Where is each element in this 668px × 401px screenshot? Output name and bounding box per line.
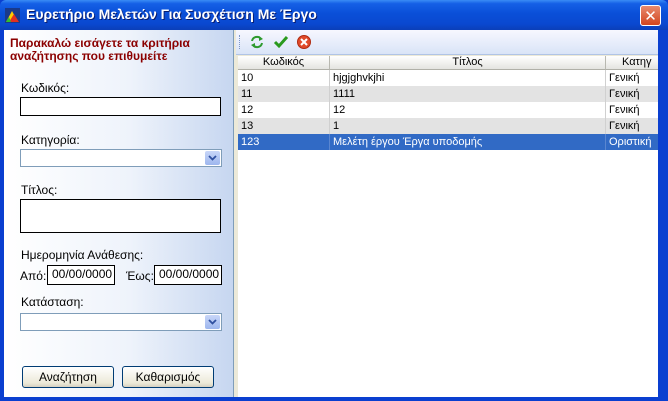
cell-code: 11 bbox=[238, 86, 330, 102]
cell-title: Μελέτη έργου Έργα υποδομής bbox=[330, 134, 606, 150]
cell-code: 13 bbox=[238, 118, 330, 134]
results-grid[interactable]: Κωδικός Τίτλος Κατηγ 10 hjgjghvkjhi Γενι… bbox=[238, 56, 664, 397]
cell-code: 12 bbox=[238, 102, 330, 118]
cell-title: 12 bbox=[330, 102, 606, 118]
cell-category: Γενική bbox=[606, 70, 664, 86]
code-input[interactable] bbox=[20, 97, 221, 116]
window-title: Ευρετήριο Μελετών Για Συσχέτιση Με Έργο bbox=[26, 6, 317, 22]
column-header-code[interactable]: Κωδικός bbox=[238, 56, 330, 70]
cell-code: 123 bbox=[238, 134, 330, 150]
title-bar[interactable]: Ευρετήριο Μελετών Για Συσχέτιση Με Έργο … bbox=[0, 0, 668, 30]
window-client-area: Παρακαλώ εισάγετε τα κριτήρια αναζήτησης… bbox=[4, 30, 664, 397]
cell-category: Οριστική bbox=[606, 134, 664, 150]
cell-category: Γενική bbox=[606, 118, 664, 134]
category-select[interactable] bbox=[20, 149, 222, 167]
category-label: Κατηγορία: bbox=[21, 133, 80, 147]
date-label: Ημερομηνία Ανάθεσης: bbox=[21, 248, 144, 262]
close-icon: ✕ bbox=[644, 7, 657, 25]
table-row[interactable]: 11 1111 Γενική bbox=[238, 86, 664, 102]
code-label: Κωδικός: bbox=[21, 81, 70, 95]
cell-code: 10 bbox=[238, 70, 330, 86]
cell-category: Γενική bbox=[606, 102, 664, 118]
toolbar bbox=[236, 30, 664, 55]
toolbar-grip[interactable] bbox=[239, 35, 243, 49]
table-row[interactable]: 13 1 Γενική bbox=[238, 118, 664, 134]
chevron-down-icon[interactable] bbox=[205, 315, 220, 329]
title-input[interactable] bbox=[20, 199, 221, 233]
chevron-down-icon[interactable] bbox=[205, 151, 220, 165]
to-label: Έως: bbox=[126, 269, 154, 283]
refresh-icon[interactable] bbox=[249, 34, 265, 50]
status-label: Κατάσταση: bbox=[21, 295, 84, 309]
to-date-input[interactable]: 00/00/0000 bbox=[154, 265, 222, 285]
check-icon[interactable] bbox=[273, 34, 289, 50]
app-window: Ευρετήριο Μελετών Για Συσχέτιση Με Έργο … bbox=[0, 0, 668, 401]
title-label: Τίτλος: bbox=[21, 183, 58, 197]
table-row[interactable]: 10 hjgjghvkjhi Γενική bbox=[238, 70, 664, 86]
cell-category: Γενική bbox=[606, 86, 664, 102]
cell-title: hjgjghvkjhi bbox=[330, 70, 606, 86]
app-icon bbox=[5, 8, 20, 23]
results-panel: Κωδικός Τίτλος Κατηγ 10 hjgjghvkjhi Γενι… bbox=[236, 30, 664, 397]
cell-title: 1 bbox=[330, 118, 606, 134]
close-button[interactable]: ✕ bbox=[640, 5, 661, 26]
column-header-title[interactable]: Τίτλος bbox=[330, 56, 606, 70]
cell-title: 1111 bbox=[330, 86, 606, 102]
search-prompt: Παρακαλώ εισάγετε τα κριτήρια αναζήτησης… bbox=[10, 36, 190, 63]
table-row-selected[interactable]: 123 Μελέτη έργου Έργα υποδομής Οριστική bbox=[238, 134, 664, 150]
cancel-icon[interactable] bbox=[296, 34, 312, 50]
from-label: Από: bbox=[20, 269, 47, 283]
status-select[interactable] bbox=[20, 313, 222, 331]
from-date-input[interactable]: 00/00/0000 bbox=[47, 265, 115, 285]
table-row[interactable]: 12 12 Γενική bbox=[238, 102, 664, 118]
window-right-border bbox=[658, 30, 664, 397]
search-criteria-panel: Παρακαλώ εισάγετε τα κριτήρια αναζήτησης… bbox=[4, 30, 234, 397]
column-header-category[interactable]: Κατηγ bbox=[606, 56, 664, 70]
clear-button[interactable]: Καθαρισμός bbox=[122, 366, 214, 388]
search-button[interactable]: Αναζήτηση bbox=[22, 366, 114, 388]
